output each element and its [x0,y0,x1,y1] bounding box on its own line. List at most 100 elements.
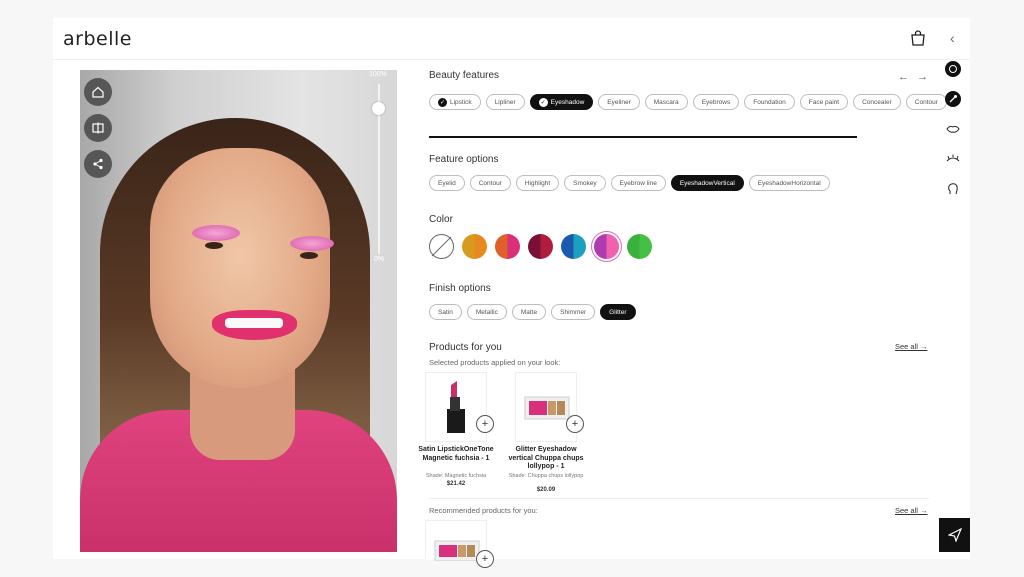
finish-options-title: Finish options [429,283,491,294]
feature-option-label: Highlight [524,179,551,187]
feature-options-list: Eyelid Contour Highlight Smokey Eyebrow line… [429,175,830,191]
section-divider [429,498,929,499]
finish-option-label: Shimmer [560,308,587,316]
feature-options-title: Feature options [429,154,499,165]
home-button[interactable] [84,78,112,106]
share-icon [93,158,103,170]
finish-option-chip[interactable]: Satin [429,304,462,320]
feature-option-chip[interactable]: EyeshadowVertical [670,175,744,191]
app-window: arbelle ‹ 100% 0% Beauty features ←→ ✓ L… [53,18,970,568]
hair-category-button[interactable] [945,181,961,197]
eyeshadow-palette-icon [524,396,570,420]
product-price: $21.42 [446,481,466,487]
face-category-button[interactable] [945,61,961,77]
beauty-feature-label: Eyeshadow [550,98,585,106]
features-scrollbar[interactable] [429,136,857,138]
recommended-product-card[interactable]: + [425,520,495,568]
see-all-products-link[interactable]: See all → [895,342,928,351]
beauty-feature-chip[interactable]: Concealer [853,94,901,110]
beauty-feature-chip[interactable]: Eyeliner [598,94,640,110]
send-icon [947,528,962,542]
color-swatch-magenta-pink[interactable] [594,234,619,259]
color-swatch-green[interactable] [627,234,652,259]
feature-option-chip[interactable]: Eyelid [429,175,465,191]
product-card[interactable]: + Glitter Eyeshadow vertical Chuppa chup… [508,372,585,493]
beauty-feature-label: Eyeliner [607,98,631,106]
share-button[interactable] [84,150,112,178]
feature-option-label: Smokey [573,179,597,187]
beauty-feature-chip[interactable]: Eyebrows [692,94,740,110]
eyeshadow-right [290,236,334,251]
beauty-feature-chip[interactable]: Face paint [799,94,849,110]
lips-category-button[interactable] [945,121,961,137]
color-swatch-blue-teal[interactable] [561,234,586,259]
add-to-cart-button[interactable]: + [476,550,494,568]
compare-button[interactable] [84,114,112,142]
beauty-feature-chip[interactable]: ✓ Eyeshadow [529,94,594,110]
feature-option-chip[interactable]: Contour [469,175,511,191]
feature-option-chip[interactable]: EyeshadowHorizontal [748,175,830,191]
send-button[interactable] [939,518,970,552]
product-price: $20.09 [536,487,556,493]
feature-option-chip[interactable]: Smokey [564,175,606,191]
eyeshadow-left [192,225,240,241]
eyes-category-button[interactable] [945,91,961,107]
product-card[interactable]: + Satin LipstickOneTone Magnetic fuchsia… [418,372,495,492]
beauty-feature-label: Face paint [808,98,840,106]
beauty-feature-label: Lipliner [494,98,516,106]
beauty-feature-chip[interactable]: ✓ Lipstick [429,94,481,110]
collapse-chevron-icon[interactable]: ‹ [950,30,955,46]
color-swatch-plum-red[interactable] [528,234,553,259]
color-swatch-none[interactable] [429,234,454,259]
feature-option-chip[interactable]: Eyebrow line [610,175,666,191]
virtual-try-on-camera: 100% 0% [80,70,397,552]
lipstick-product-icon [447,381,465,433]
beauty-feature-chip[interactable]: Lipliner [485,94,525,110]
beauty-feature-label: Lipstick [450,98,472,106]
intensity-min-label: 0% [374,256,385,263]
beauty-feature-label: Eyebrows [701,98,731,106]
product-image [515,372,577,442]
finish-option-chip[interactable]: Shimmer [551,304,596,320]
shopping-bag-icon[interactable] [909,29,927,47]
beauty-feature-chip[interactable]: Contour [905,94,947,110]
beauty-feature-chip[interactable]: Mascara [644,94,688,110]
color-swatch-orange-pink[interactable] [495,234,520,259]
finish-option-label: Glitter [609,308,627,316]
feature-option-chip[interactable]: Highlight [515,175,560,191]
arrow-left-icon[interactable]: ← [898,71,917,83]
finish-option-chip[interactable]: Glitter [600,304,636,320]
checkmark-icon: ✓ [538,97,548,107]
feature-option-label: Contour [478,179,502,187]
beauty-features-title: Beauty features [429,70,500,81]
beauty-feature-chip[interactable]: Foundation [744,94,795,110]
feature-option-label: EyeshadowVertical [679,179,735,187]
intensity-max-label: 100% [369,71,387,78]
see-all-recommended-link[interactable]: See all → [895,506,928,515]
finish-option-chip[interactable]: Matte [511,304,547,320]
finish-option-label: Satin [438,308,453,316]
intensity-slider-handle[interactable] [372,101,385,115]
checkmark-icon: ✓ [438,97,447,107]
finish-option-chip[interactable]: Metallic [466,304,507,320]
eyebrows-category-button[interactable] [945,151,961,167]
products-title: Products for you [429,342,502,353]
add-to-cart-button[interactable]: + [476,415,494,433]
feature-option-label: Eyebrow line [619,179,657,187]
add-to-cart-button[interactable]: + [566,415,584,433]
see-all-label: See all [895,506,918,515]
brand-logo: arbelle [63,28,132,50]
arrow-right-icon[interactable]: → [917,71,936,83]
product-image [425,372,487,442]
lips-icon [946,125,960,133]
finish-option-label: Metallic [475,308,498,316]
finish-option-label: Matte [520,308,538,316]
compare-icon [92,122,104,134]
applied-products-label: Selected products applied on your look: [429,358,561,367]
beauty-features-list: ✓ Lipstick Lipliner ✓ Eyeshadow Eyeliner Masca… [429,94,947,110]
color-swatch-gold-orange[interactable] [462,234,487,259]
beauty-feature-label: Foundation [753,98,786,106]
model-face [150,148,330,388]
product-name: Satin LipstickOneTone Magnetic fuchsia -… [418,446,494,462]
home-icon [92,86,104,98]
